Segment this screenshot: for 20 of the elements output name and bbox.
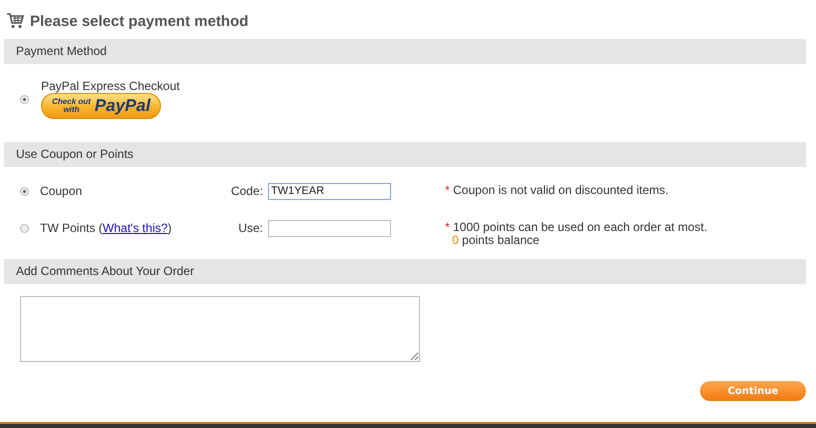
radio-button[interactable] [20, 95, 29, 104]
option-label: Coupon [40, 184, 82, 198]
section-heading: Payment Method [4, 39, 806, 64]
note-text: * 1000 points can be used on each order at most. [445, 221, 708, 234]
section-heading: Add Comments About Your Order [4, 259, 806, 284]
option-label: PayPal Express Checkout [41, 80, 180, 93]
cart-icon [6, 13, 24, 29]
field-label: Use: [237, 221, 263, 235]
option-label: TW Points (What's this?) [40, 221, 172, 235]
page-title: Please select payment method [30, 12, 248, 30]
comments-field[interactable] [20, 296, 420, 362]
help-link[interactable]: What's this? [102, 221, 168, 235]
radio-button[interactable] [20, 186, 29, 196]
code-field[interactable]: TW1YEAR [268, 182, 391, 200]
radio-button[interactable] [20, 224, 29, 232]
field-label: Code: [230, 184, 263, 198]
note-text: * Coupon is not valid on discounted items. [445, 184, 670, 197]
points-field[interactable] [268, 220, 391, 236]
points-balance: 0 points balance [451, 234, 540, 247]
section-heading: Use Coupon or Points [4, 142, 806, 167]
